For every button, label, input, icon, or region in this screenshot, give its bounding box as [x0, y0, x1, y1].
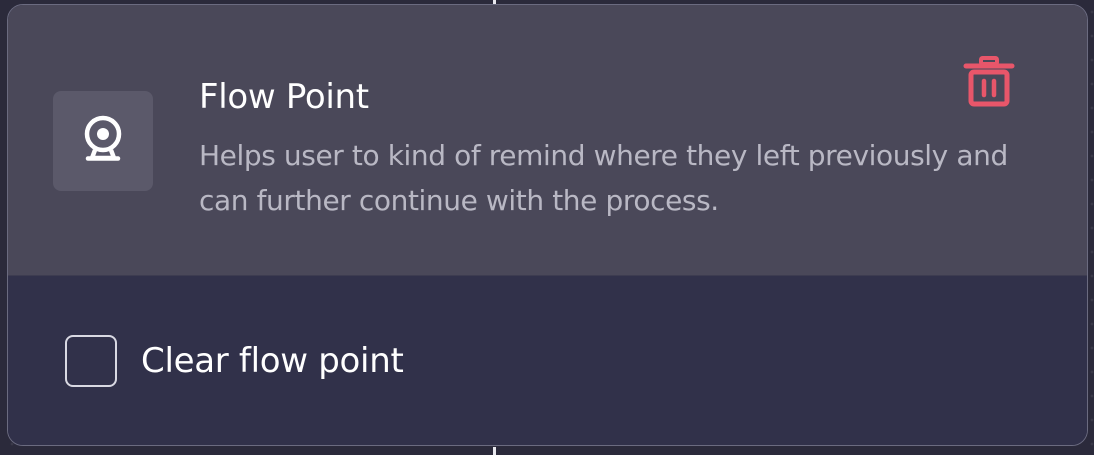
- node-title: Flow Point: [199, 77, 369, 117]
- clear-flow-point-checkbox[interactable]: [65, 335, 117, 387]
- node-description: Helps user to kind of remind where they …: [199, 139, 1008, 217]
- clear-flow-point-label: Clear flow point: [141, 341, 404, 381]
- node-icon-tile: [53, 91, 153, 191]
- clear-flow-point-option[interactable]: Clear flow point: [65, 333, 404, 389]
- delete-node-button[interactable]: [958, 53, 1020, 113]
- flow-point-node-card[interactable]: Flow Point Helps user to kind of remind …: [7, 4, 1088, 446]
- trash-icon: [963, 55, 1015, 111]
- node-header: Flow Point Helps user to kind of remind …: [8, 5, 1087, 276]
- node-options: Clear flow point: [8, 276, 1087, 445]
- connector-line-bottom: [493, 447, 496, 455]
- webcam-icon: [81, 115, 125, 167]
